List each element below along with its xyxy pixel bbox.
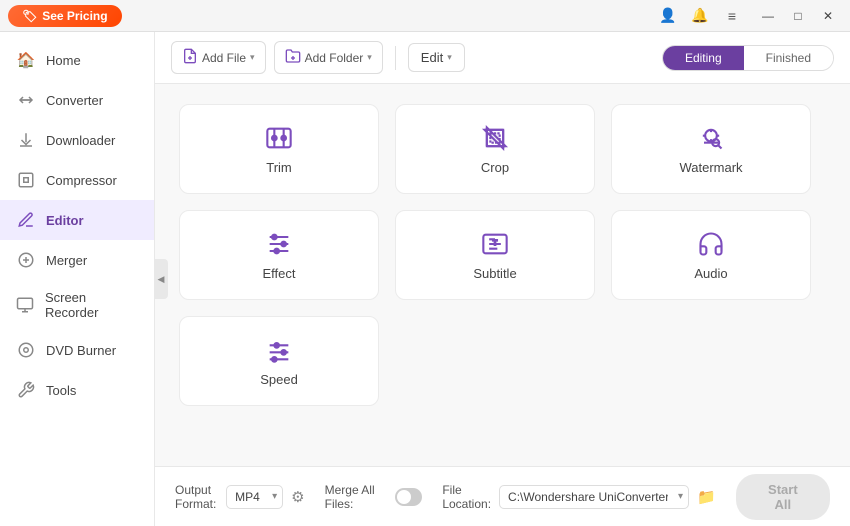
svg-text:T: T (493, 240, 498, 247)
add-folder-label: Add Folder (305, 51, 364, 65)
edit-label: Edit (421, 50, 443, 65)
sidebar-label-downloader: Downloader (46, 133, 115, 148)
editor-icon (16, 210, 36, 230)
bottom-bar: Output Format: MP4 MKV AVI ⚙ Merge All F… (155, 466, 850, 526)
merge-all-files-toggle[interactable] (395, 488, 422, 506)
sidebar-label-compressor: Compressor (46, 173, 117, 188)
see-pricing-button[interactable]: 🏷 See Pricing (8, 5, 122, 27)
trim-label: Trim (266, 160, 292, 175)
subtitle-label: Subtitle (473, 266, 516, 281)
merge-all-files-field: Merge All Files: (325, 483, 423, 511)
tag-icon: 🏷 (22, 9, 37, 23)
toolbar-separator (395, 46, 396, 70)
file-location-select[interactable]: C:\Wondershare UniConverter 1 (499, 485, 689, 509)
sidebar-item-screen-recorder[interactable]: Screen Recorder (0, 280, 154, 330)
window-controls: — □ ✕ (754, 2, 842, 30)
editor-grid: Trim Crop (155, 84, 850, 466)
screen-recorder-icon (16, 295, 35, 315)
main-layout: 🏠 Home Converter Downloader Compressor (0, 32, 850, 526)
subtitle-card[interactable]: T Subtitle (395, 210, 595, 300)
title-bar: 🏷 See Pricing 👤 🔔 ≡ — □ ✕ (0, 0, 850, 32)
downloader-icon (16, 130, 36, 150)
home-icon: 🏠 (16, 50, 36, 70)
sidebar-label-merger: Merger (46, 253, 87, 268)
add-folder-dropdown-icon: ▾ (367, 52, 372, 63)
sidebar-item-dvd-burner[interactable]: DVD Burner (0, 330, 154, 370)
sidebar-item-tools[interactable]: Tools (0, 370, 154, 410)
add-file-dropdown-icon: ▾ (250, 52, 255, 63)
output-format-label: Output Format: (175, 483, 218, 511)
maximize-button[interactable]: □ (784, 2, 812, 30)
toolbar: Add File ▾ Add Folder ▾ Edit ▾ Editing (155, 32, 850, 84)
sidebar-label-dvd-burner: DVD Burner (46, 343, 116, 358)
file-location-label: File Location: (442, 483, 491, 511)
tab-finished-label: Finished (766, 51, 811, 65)
start-all-label: Start All (768, 482, 798, 512)
sidebar-item-editor[interactable]: Editor (0, 200, 154, 240)
audio-label: Audio (694, 266, 727, 281)
settings-icon[interactable]: ⚙ (291, 488, 304, 506)
see-pricing-label: See Pricing (42, 9, 107, 23)
sidebar-item-home[interactable]: 🏠 Home (0, 40, 154, 80)
effect-card[interactable]: Effect (179, 210, 379, 300)
tab-group: Editing Finished (662, 45, 834, 71)
edit-dropdown-icon: ▾ (447, 52, 452, 63)
add-file-button[interactable]: Add File ▾ (171, 41, 266, 74)
sidebar-label-editor: Editor (46, 213, 84, 228)
start-all-button[interactable]: Start All (736, 474, 830, 520)
merge-all-files-label: Merge All Files: (325, 483, 387, 511)
collapse-sidebar-button[interactable]: ◀ (154, 259, 168, 299)
merger-icon (16, 250, 36, 270)
sidebar-item-downloader[interactable]: Downloader (0, 120, 154, 160)
crop-card[interactable]: Crop (395, 104, 595, 194)
minimize-button[interactable]: — (754, 2, 782, 30)
sidebar: 🏠 Home Converter Downloader Compressor (0, 32, 155, 526)
tools-icon (16, 380, 36, 400)
content-area: ◀ Add File ▾ Add Folder ▾ Edit ▾ (155, 32, 850, 526)
watermark-card[interactable]: Watermark (611, 104, 811, 194)
add-file-label: Add File (202, 51, 246, 65)
tab-editing[interactable]: Editing (663, 46, 744, 70)
sidebar-item-compressor[interactable]: Compressor (0, 160, 154, 200)
edit-dropdown[interactable]: Edit ▾ (408, 43, 465, 72)
output-format-field: Output Format: MP4 MKV AVI ⚙ (175, 483, 305, 511)
user-icon[interactable]: 👤 (654, 2, 682, 30)
add-folder-icon (285, 48, 301, 67)
tab-finished[interactable]: Finished (744, 46, 833, 70)
file-location-select-wrap[interactable]: C:\Wondershare UniConverter 1 (499, 485, 689, 509)
speed-card[interactable]: Speed (179, 316, 379, 406)
speed-label: Speed (260, 372, 298, 387)
sidebar-item-merger[interactable]: Merger (0, 240, 154, 280)
sidebar-label-screen-recorder: Screen Recorder (45, 290, 138, 320)
output-format-select-wrap[interactable]: MP4 MKV AVI (226, 485, 283, 509)
converter-icon (16, 90, 36, 110)
add-folder-button[interactable]: Add Folder ▾ (274, 41, 383, 74)
output-format-select[interactable]: MP4 MKV AVI (226, 485, 283, 509)
title-bar-left: 🏷 See Pricing (8, 5, 122, 27)
dvd-burner-icon (16, 340, 36, 360)
crop-label: Crop (481, 160, 509, 175)
sidebar-label-converter: Converter (46, 93, 103, 108)
add-file-icon (182, 48, 198, 67)
watermark-label: Watermark (679, 160, 742, 175)
compressor-icon (16, 170, 36, 190)
tab-editing-label: Editing (685, 51, 722, 65)
file-location-field: File Location: C:\Wondershare UniConvert… (442, 483, 715, 511)
audio-card[interactable]: Audio (611, 210, 811, 300)
folder-open-icon[interactable]: 📁 (697, 488, 716, 506)
sidebar-label-tools: Tools (46, 383, 76, 398)
sidebar-label-home: Home (46, 53, 81, 68)
menu-icon[interactable]: ≡ (718, 2, 746, 30)
bell-icon[interactable]: 🔔 (686, 2, 714, 30)
sidebar-item-converter[interactable]: Converter (0, 80, 154, 120)
close-button[interactable]: ✕ (814, 2, 842, 30)
trim-card[interactable]: Trim (179, 104, 379, 194)
effect-label: Effect (262, 266, 295, 281)
